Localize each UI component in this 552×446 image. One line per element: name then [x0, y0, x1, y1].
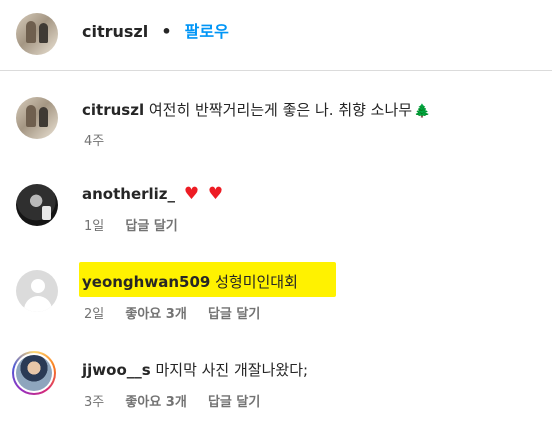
- comment-username[interactable]: yeonghwan509: [82, 273, 210, 291]
- avatar-jjwoo-story-ring[interactable]: [12, 351, 56, 395]
- avatar-citruszl[interactable]: [16, 13, 58, 55]
- avatar-default-user[interactable]: [16, 270, 58, 312]
- avatar-ring-gap: [14, 353, 54, 393]
- heart-icon: ♥: [207, 184, 224, 204]
- post-author-line: citruszl • 팔로우: [82, 22, 229, 42]
- separator-dot: •: [161, 22, 172, 41]
- reply-button[interactable]: 답글 달기: [208, 395, 260, 410]
- comment-username[interactable]: anotherliz_: [82, 185, 175, 203]
- heart-icon: ♥: [183, 184, 200, 204]
- comment-citruszl: citruszl 여전히 반짝거리는게 좋은 나. 취향 소나무 🌲: [82, 100, 430, 122]
- avatar-citruszl-caption[interactable]: [16, 97, 58, 139]
- comment-yeonghwan509: yeonghwan509 성형미인대회: [82, 272, 298, 292]
- comment-meta-anotherliz: 1일 답글 달기: [84, 219, 178, 235]
- comment-time: 1일: [84, 219, 105, 234]
- likes-count[interactable]: 좋아요 3개: [125, 395, 186, 410]
- comment-meta-jjwoo: 3주 좋아요 3개 답글 달기: [84, 395, 260, 411]
- reply-button[interactable]: 답글 달기: [125, 219, 177, 234]
- likes-count[interactable]: 좋아요 3개: [125, 307, 186, 322]
- comment-text: 마지막 사진 개잘나왔다;: [155, 361, 309, 379]
- reply-button[interactable]: 답글 달기: [208, 307, 260, 322]
- comment-time: 2일: [84, 307, 105, 322]
- comment-anotherliz: anotherliz_ ♥ ♥: [82, 184, 223, 204]
- comment-text: 성형미인대회: [215, 273, 298, 291]
- comment-meta-citruszl: 4주: [84, 134, 104, 150]
- avatar-jjwoo: [16, 355, 52, 391]
- tree-icon: 🌲: [414, 104, 431, 119]
- follow-button[interactable]: 팔로우: [185, 22, 229, 41]
- comment-jjwoo: jjwoo__s 마지막 사진 개잘나왔다;: [82, 360, 308, 380]
- post-header: citruszl • 팔로우: [0, 0, 552, 71]
- comment-time: 4주: [84, 134, 105, 149]
- comment-username[interactable]: citruszl: [82, 101, 144, 119]
- avatar-anotherliz[interactable]: [16, 184, 58, 226]
- comment-text: 여전히 반짝거리는게 좋은 나. 취향 소나무: [148, 101, 413, 119]
- author-username[interactable]: citruszl: [82, 22, 148, 41]
- comment-username[interactable]: jjwoo__s: [82, 361, 151, 379]
- comment-time: 3주: [84, 395, 105, 410]
- comment-meta-yeonghwan509: 2일 좋아요 3개 답글 달기: [84, 307, 260, 323]
